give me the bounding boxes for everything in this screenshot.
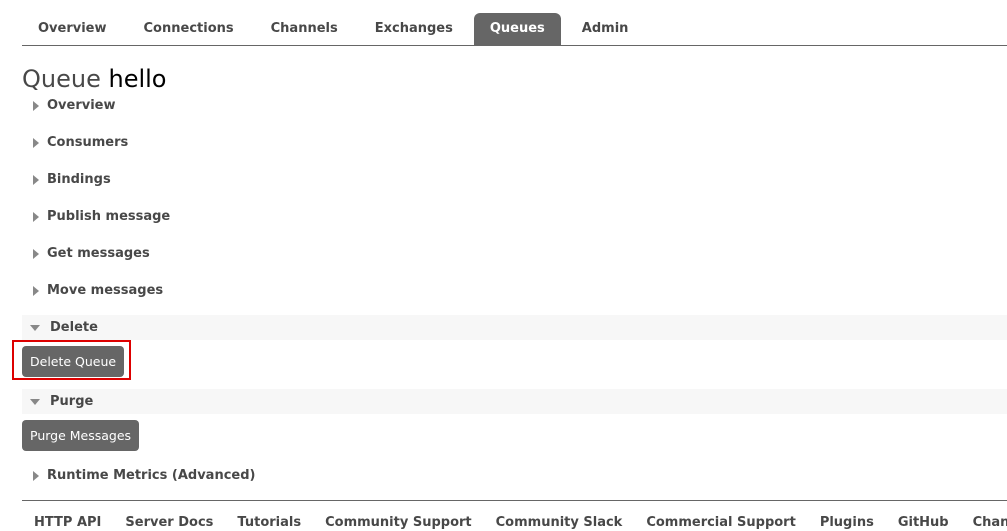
section-get-messages[interactable]: Get messages [22,241,1007,266]
section-label: Runtime Metrics (Advanced) [47,468,256,483]
tab-overview[interactable]: Overview [22,13,123,45]
section-label: Publish message [47,209,171,224]
section-consumers[interactable]: Consumers [22,130,1007,155]
footer-link-community-support[interactable]: Community Support [325,503,472,530]
section-delete[interactable]: Delete [22,315,1007,340]
tab-channels[interactable]: Channels [255,13,354,45]
purge-messages-button[interactable]: Purge Messages [22,420,140,451]
section-label: Overview [47,98,116,113]
page-title-queue-name: hello [108,65,167,93]
tab-exchanges[interactable]: Exchanges [359,13,469,45]
section-label: Get messages [47,246,150,261]
section-move-messages[interactable]: Move messages [22,278,1007,303]
section-label: Bindings [47,172,111,187]
footer-links: HTTP API Server Docs Tutorials Community… [22,500,1007,531]
footer-link-community-slack[interactable]: Community Slack [496,503,623,530]
section-label: Purge [50,394,94,409]
section-label: Delete [50,320,98,335]
section-label: Move messages [47,283,164,298]
collapsed-arrow-icon [33,174,39,185]
footer-link-changelog[interactable]: Changelog [973,503,1007,530]
tab-admin[interactable]: Admin [566,13,645,45]
collapsed-arrow-icon [33,248,39,259]
tab-connections[interactable]: Connections [128,13,250,45]
footer-link-server-docs[interactable]: Server Docs [125,503,213,530]
footer-link-http-api[interactable]: HTTP API [34,503,101,530]
section-bindings[interactable]: Bindings [22,167,1007,192]
collapsed-arrow-icon [33,470,39,481]
section-runtime-metrics[interactable]: Runtime Metrics (Advanced) [22,463,1007,488]
main-nav-tabs: Overview Connections Channels Exchanges … [22,12,1007,46]
page-title-prefix: Queue [22,65,101,93]
footer-link-tutorials[interactable]: Tutorials [237,503,301,530]
section-purge[interactable]: Purge [22,389,1007,414]
footer-link-commercial-support[interactable]: Commercial Support [646,503,796,530]
footer-link-github[interactable]: GitHub [898,503,949,530]
collapsed-arrow-icon [33,100,39,111]
queue-page: Overview Connections Channels Exchanges … [0,0,1007,531]
delete-queue-button[interactable]: Delete Queue [22,346,125,377]
collapsed-arrow-icon [33,137,39,148]
collapsed-arrow-icon [33,211,39,222]
section-overview[interactable]: Overview [22,93,1007,118]
footer-link-plugins[interactable]: Plugins [820,503,874,530]
collapsed-arrow-icon [33,285,39,296]
page-title: Queue hello [22,64,166,94]
tab-queues[interactable]: Queues [473,13,561,45]
section-label: Consumers [47,135,129,150]
expanded-arrow-icon [30,398,40,405]
expanded-arrow-icon [30,324,40,331]
section-publish-message[interactable]: Publish message [22,204,1007,229]
